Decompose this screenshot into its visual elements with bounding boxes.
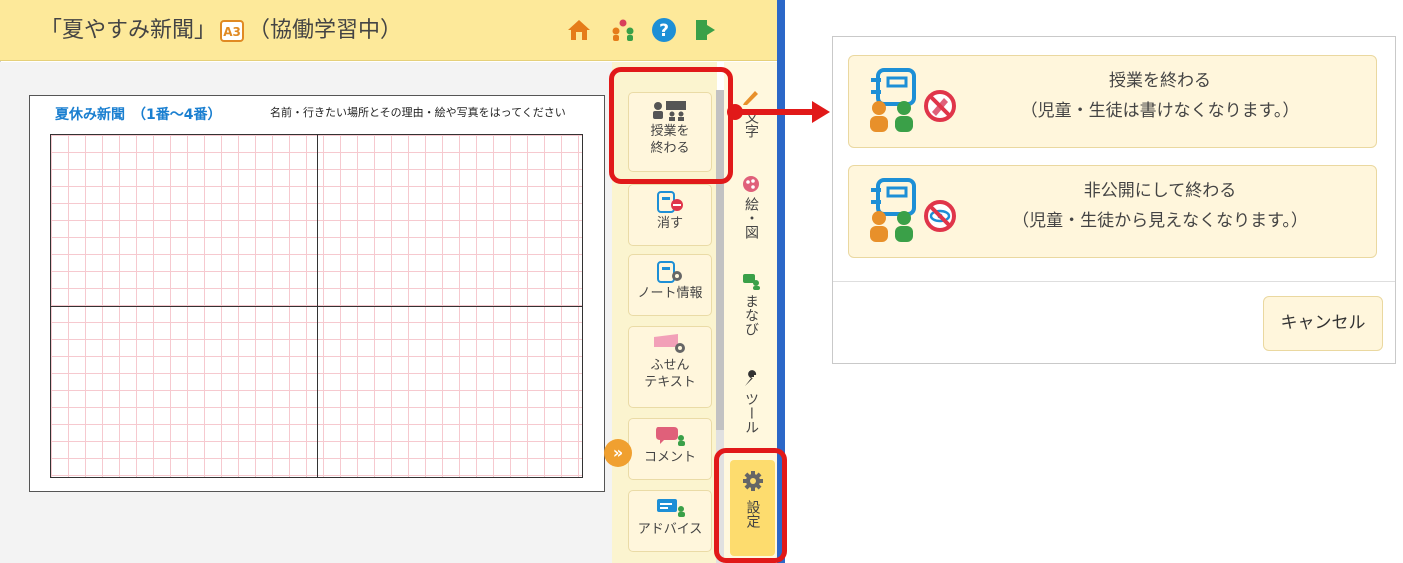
comment-button[interactable]: コメント xyxy=(628,418,712,480)
tab-draw[interactable]: 絵・図 xyxy=(727,175,775,255)
wrench-icon xyxy=(745,370,757,386)
grid-divider-horizontal xyxy=(51,306,582,307)
erase-label: 消す xyxy=(656,216,683,231)
comment-label: コメント xyxy=(643,450,696,465)
page-title: 「夏やすみ新聞」 A3 （協働学習中） xyxy=(40,12,402,44)
palette-icon xyxy=(743,176,759,192)
tab-learn-label: まなび xyxy=(743,294,759,336)
tab-draw-label: 絵・図 xyxy=(743,197,759,239)
sticky-text-button[interactable]: ふせん テキスト xyxy=(628,326,712,408)
note-info-button[interactable]: ノート情報 xyxy=(628,254,712,316)
sticky-label-2: テキスト xyxy=(644,375,696,390)
home-icon[interactable] xyxy=(566,17,592,43)
tab-tools-label: ツール xyxy=(743,392,759,434)
arrow-head xyxy=(812,101,830,123)
arrow-line xyxy=(734,109,814,115)
option2-description: （児童・生徒から見えなくなります。） xyxy=(1012,211,1308,231)
dialog-divider xyxy=(833,281,1395,282)
writing-grid[interactable] xyxy=(50,134,583,478)
learn-icon xyxy=(743,274,760,290)
end-private-hide-icon xyxy=(870,178,956,242)
highlight-settings xyxy=(714,448,787,563)
expand-panel-button[interactable]: » xyxy=(604,439,632,467)
option1-title: 授業を終わる xyxy=(1109,71,1211,91)
a3-size-badge: A3 xyxy=(220,20,245,42)
advice-button[interactable]: アドバイス xyxy=(628,490,712,552)
advice-icon xyxy=(657,499,685,517)
sticky-note-icon xyxy=(654,334,685,353)
option1-description: （児童・生徒は書けなくなります。） xyxy=(1020,101,1300,121)
advice-label: アドバイス xyxy=(637,522,703,537)
highlight-end-class xyxy=(609,67,733,184)
sheet-instruction: 名前・行きたい場所とその理由・絵や写真をはってください xyxy=(270,106,566,119)
erase-note-icon xyxy=(657,191,683,213)
tab-learn[interactable]: まなび xyxy=(727,272,775,352)
note-settings-icon xyxy=(657,261,682,283)
comment-icon xyxy=(656,427,685,446)
tab-tools[interactable]: ツール xyxy=(727,370,775,450)
title-status: （協働学習中） xyxy=(248,18,403,43)
option2-title: 非公開にして終わる xyxy=(1083,181,1237,201)
title-text: 「夏やすみ新聞」 xyxy=(40,18,217,43)
exit-icon[interactable] xyxy=(693,17,719,43)
cancel-button[interactable]: キャンセル xyxy=(1263,296,1383,351)
erase-button[interactable]: 消す xyxy=(628,184,712,246)
sheet-title: 夏休み新聞 （1番～4番） xyxy=(55,107,222,123)
sticky-label-1: ふせん xyxy=(650,358,690,373)
pencil-icon xyxy=(743,91,758,105)
group-icon[interactable] xyxy=(610,17,636,43)
note-info-label: ノート情報 xyxy=(637,286,703,301)
help-icon[interactable]: ? xyxy=(651,17,677,43)
svg-text:?: ? xyxy=(659,21,669,41)
end-class-write-icon xyxy=(870,68,956,132)
tab-text[interactable]: 文字 xyxy=(727,88,775,158)
